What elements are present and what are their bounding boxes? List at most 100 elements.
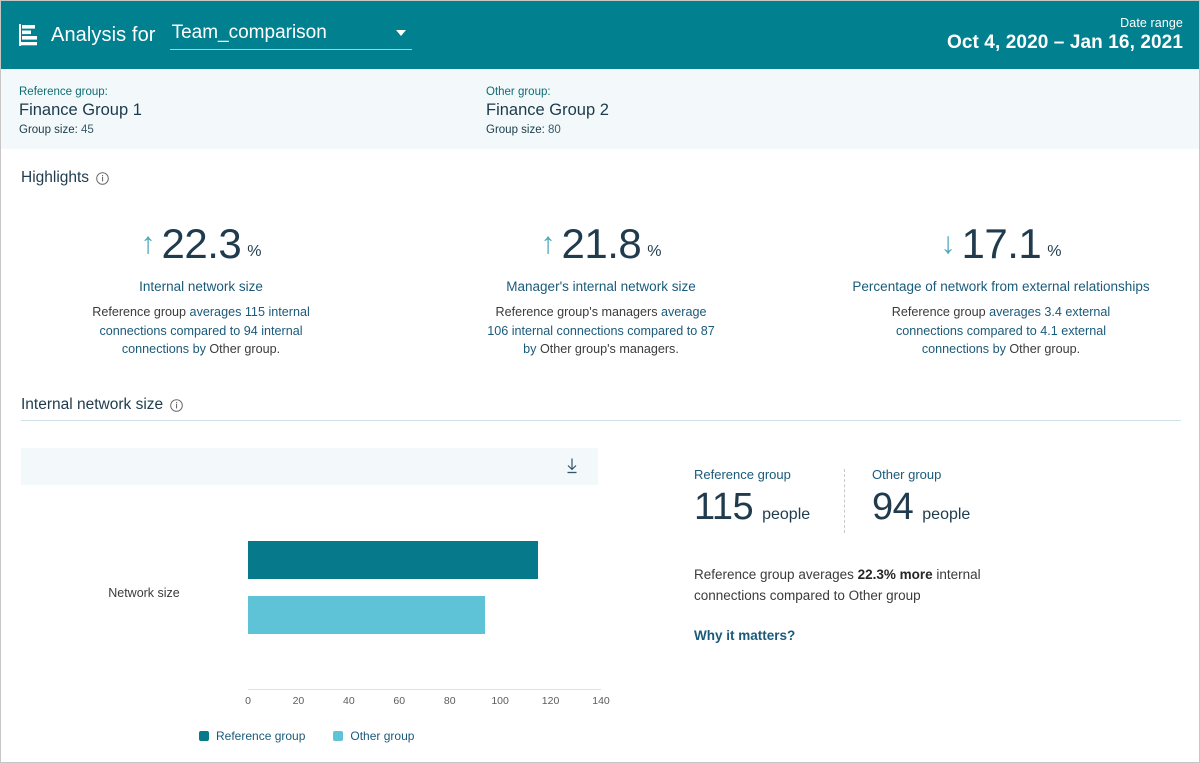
other-group-size: Group size: 80 [486,124,609,136]
summary-stat-other-value-row: 94 people [872,488,970,526]
date-range: Date range Oct 4, 2020 – Jan 16, 2021 [947,16,1185,54]
reference-group-size-label: Group size: [19,124,78,136]
axis-tick: 80 [443,695,456,707]
trend-down-arrow-icon: ↓ [940,227,956,260]
chart-toolbar [21,448,598,485]
legend-label-reference: Reference group [216,729,306,743]
highlight-description: Reference group averages 115 internal co… [84,303,319,359]
highlight-desc-p4: . [675,342,679,356]
date-range-label: Date range [1120,16,1183,30]
highlight-card: ↑ 22.3 % Internal network size Reference… [1,223,401,359]
axis-tick: 100 [491,695,509,707]
internal-network-size-chart: Network size 0 20 40 60 80 100 120 140 R… [21,501,621,746]
axis-tick: 20 [292,695,305,707]
bar-other-group[interactable] [248,596,485,634]
highlight-value-row: ↑ 21.8 % [419,223,783,265]
highlight-description: Reference group's managers average 106 i… [484,303,719,359]
highlight-card: ↓ 17.1 % Percentage of network from exte… [801,223,1199,359]
page-title: Analysis for [51,23,156,46]
other-group-info: Other group: Finance Group 2 Group size:… [486,86,609,136]
chart-legend: Reference group Other group [199,729,442,743]
other-group-size-value: 80 [548,124,561,136]
axis-tick-labels: 0 20 40 60 80 100 120 140 [245,695,610,717]
internal-network-size-title: Internal network size [21,396,183,414]
summary-stats-row: Reference group 115 people Other group 9… [694,467,1164,533]
highlight-card: ↑ 21.8 % Manager's internal network size… [401,223,801,359]
internal-network-size-title-text: Internal network size [21,396,164,413]
trend-up-arrow-icon: ↑ [140,227,156,260]
highlight-unit: % [247,243,262,260]
highlight-desc-p1: Reference group [92,305,187,319]
highlight-label: Internal network size [139,279,263,294]
legend-swatch-reference [199,731,209,741]
why-it-matters-link[interactable]: Why it matters? [694,628,795,643]
highlight-desc-p3: Other group [1009,342,1077,356]
reference-group-name: Finance Group 1 [19,101,142,119]
download-icon[interactable] [562,456,582,476]
other-group-size-label: Group size: [486,124,545,136]
highlight-value: 17.1 [961,220,1042,267]
highlights-row: ↑ 22.3 % Internal network size Reference… [1,223,1199,359]
report-icon [17,23,39,47]
chart-bars [248,541,538,634]
axis-tick: 60 [393,695,406,707]
axis-tick: 120 [541,695,560,707]
summary-text: Reference group averages 22.3% more inte… [694,564,1009,606]
chart-x-axis: 0 20 40 60 80 100 120 140 [245,689,610,717]
highlight-desc-p1: Reference group's managers [495,305,658,319]
summary-stat-other-title: Other group [872,467,942,482]
header-left: Analysis for Team_comparison [17,21,412,50]
highlight-description: Reference group averages 3.4 external co… [884,303,1119,359]
info-icon[interactable] [96,171,109,185]
summary-stat-other: Other group 94 people [846,467,970,526]
summary-stat-reference: Reference group 115 people [694,467,844,526]
legend-item-other-group[interactable]: Other group [333,729,414,743]
highlight-desc-p4: . [276,342,281,356]
group-summary-band: Reference group: Finance Group 1 Group s… [1,69,1199,149]
highlight-unit: % [647,243,662,260]
axis-line [248,689,601,690]
legend-item-reference-group[interactable]: Reference group [199,729,305,743]
app-header: Analysis for Team_comparison Date range … [1,1,1199,69]
reference-group-info: Reference group: Finance Group 1 Group s… [19,86,142,136]
summary-text-highlight: 22.3% more [857,567,933,582]
summary-stat-reference-value: 115 [694,486,754,528]
other-group-name: Finance Group 2 [486,101,609,119]
highlights-title-text: Highlights [21,169,90,186]
summary-stat-other-value: 94 [872,486,914,528]
reference-group-size: Group size: 45 [19,124,142,136]
highlight-desc-p4: . [1076,342,1081,356]
summary-stat-reference-value-row: 115 people [694,488,844,526]
highlight-value: 22.3 [161,220,242,267]
trend-up-arrow-icon: ↑ [540,227,556,260]
summary-stat-reference-unit: people [762,506,811,523]
highlight-desc-p3: Other group [209,342,277,356]
axis-tick: 0 [245,695,251,707]
highlight-desc-p1: Reference group [891,305,986,319]
axis-tick: 140 [592,695,610,707]
bar-reference-group[interactable] [248,541,538,579]
other-group-kicker: Other group: [486,86,551,98]
date-range-value: Oct 4, 2020 – Jan 16, 2021 [946,32,1183,53]
summary-stat-other-unit: people [922,506,971,523]
highlight-value: 21.8 [561,220,642,267]
highlight-value-row: ↓ 17.1 % [819,223,1183,265]
highlight-label: Manager's internal network size [506,279,696,294]
highlight-value-row: ↑ 22.3 % [19,223,383,265]
highlight-label: Percentage of network from external rela… [852,279,1150,294]
highlight-unit: % [1047,243,1062,260]
summary-stat-reference-title: Reference group [694,467,791,482]
chart-summary-panel: Reference group 115 people Other group 9… [694,467,1164,645]
reference-group-kicker: Reference group: [19,86,108,98]
highlight-desc-p3: Other group's managers [539,342,676,356]
legend-swatch-other [333,731,344,741]
chart-category-label: Network size [108,586,180,600]
axis-tick: 40 [343,695,355,707]
info-icon[interactable] [170,398,183,412]
report-select[interactable]: Team_comparison [169,21,412,50]
section-divider [21,420,1181,421]
summary-text-p1: Reference group averages [694,567,858,582]
highlights-title: Highlights [21,169,109,187]
report-select-value: Team_comparison [171,21,327,43]
reference-group-size-value: 45 [81,124,94,136]
